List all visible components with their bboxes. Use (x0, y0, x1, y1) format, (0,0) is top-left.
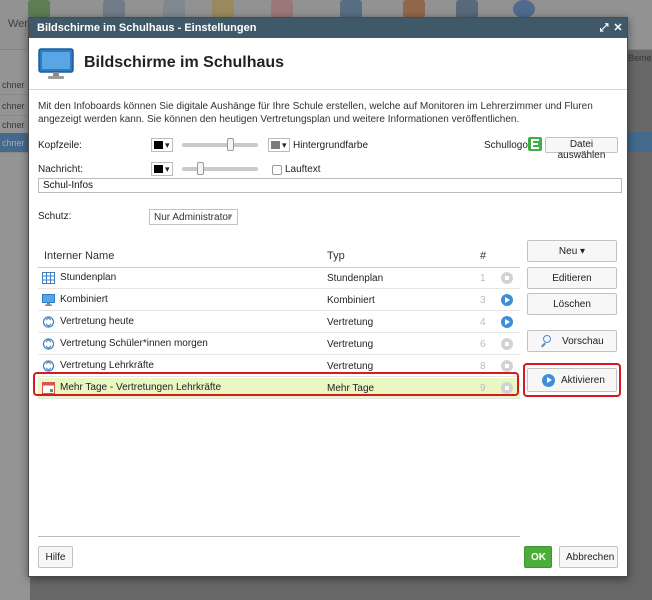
chevron-down-icon: ▼ (226, 212, 234, 221)
row-number: 3 (480, 295, 486, 306)
help-button[interactable]: Hilfe (38, 546, 73, 568)
row-name: Vertretung Lehrkräfte (60, 360, 154, 371)
dialog-header: Bildschirme im Schulhaus (29, 38, 627, 90)
inactive-status-icon[interactable] (501, 338, 513, 350)
chevron-down-icon: ▾ (165, 140, 170, 150)
nachricht-input[interactable] (38, 178, 622, 193)
edit-button[interactable]: Editieren (527, 267, 617, 289)
preview-button[interactable]: Vorschau (527, 330, 617, 352)
search-icon (541, 335, 555, 348)
row-number: 9 (480, 383, 486, 394)
row-type: Vertretung (327, 339, 374, 350)
monitor-icon (38, 48, 74, 79)
row-number: 4 (480, 317, 486, 328)
page-title: Bildschirme im Schulhaus (84, 54, 285, 71)
monitor-icon (42, 294, 55, 306)
row-name: Kombiniert (60, 294, 108, 305)
swap-icon (42, 360, 55, 372)
maximize-icon[interactable]: ⤢ (597, 18, 611, 38)
cancel-button[interactable]: Abbrechen (559, 546, 618, 568)
ok-button[interactable]: OK (524, 546, 552, 568)
dialog-title: Bildschirme im Schulhaus - Einstellungen (37, 22, 257, 34)
settings-dialog: Bildschirme im Schulhaus - Einstellungen… (28, 17, 628, 577)
column-header-number: # (480, 250, 487, 262)
row-type: Stundenplan (327, 273, 384, 284)
activate-button[interactable]: Aktivieren (527, 368, 617, 392)
slider-track (182, 167, 258, 171)
table-row[interactable]: Kombiniert Kombiniert 3 (38, 290, 520, 311)
row-number: 6 (480, 339, 486, 350)
color-swatch (271, 141, 280, 149)
infoboard-table: Interner Name Typ # Stundenplan Stundenp… (38, 245, 520, 537)
row-name: Vertretung Schüler*innen morgen (60, 338, 208, 349)
table-row[interactable]: Stundenplan Stundenplan 1 (38, 268, 520, 289)
file-select-button[interactable]: Datei auswählen (545, 137, 618, 161)
column-header-typ: Typ (327, 250, 345, 262)
kopfzeile-slider[interactable] (182, 138, 258, 152)
slider-handle[interactable] (227, 138, 234, 151)
schullogo-label: Schullogo: (484, 140, 531, 151)
new-button[interactable]: Neu ▾ (527, 240, 617, 262)
row-number: 1 (480, 273, 486, 284)
table-row[interactable]: Vertretung heute Vertretung 4 (38, 312, 520, 333)
row-type: Kombiniert (327, 295, 375, 306)
nachricht-color-picker[interactable]: ▾ (151, 162, 173, 176)
swap-icon (42, 316, 55, 328)
school-logo-icon (528, 137, 542, 151)
swap-icon (42, 338, 55, 350)
hintergrundfarbe-label: Hintergrundfarbe (293, 140, 369, 151)
intro-text: Mit den Infoboards können Sie digitale A… (38, 101, 593, 125)
background-color-picker[interactable]: ▾ (268, 138, 290, 152)
play-icon (542, 374, 555, 387)
column-header-name: Interner Name (44, 250, 115, 262)
row-type: Vertretung (327, 317, 374, 328)
chevron-down-icon: ▾ (282, 140, 287, 150)
inactive-status-icon[interactable] (501, 360, 513, 372)
row-name: Mehr Tage - Vertretungen Lehrkräfte (60, 382, 222, 393)
activate-button-label: Aktivieren (561, 375, 605, 386)
color-swatch (154, 165, 163, 173)
row-name: Vertretung heute (60, 316, 134, 327)
nachricht-slider[interactable] (182, 162, 258, 176)
inactive-status-icon[interactable] (501, 272, 513, 284)
table-row-selected[interactable]: Mehr Tage - Vertretungen Lehrkräfte Mehr… (38, 378, 520, 399)
row-number: 8 (480, 361, 486, 372)
play-icon[interactable] (501, 294, 513, 306)
chevron-down-icon: ▾ (165, 164, 170, 174)
preview-button-label: Vorschau (562, 336, 604, 347)
nachricht-label: Nachricht: (38, 164, 84, 175)
row-type: Mehr Tage (327, 383, 375, 394)
row-name: Stundenplan (60, 272, 117, 283)
kopfzeile-label: Kopfzeile: (38, 140, 82, 151)
calendar-icon (42, 382, 55, 394)
schutz-label: Schutz: (38, 211, 72, 222)
table-row[interactable]: Vertretung Schüler*innen morgen Vertretu… (38, 334, 520, 355)
slider-handle[interactable] (197, 162, 204, 175)
table-row[interactable]: Vertretung Lehrkräfte Vertretung 8 (38, 356, 520, 377)
schutz-select[interactable]: Nur Administrator ▼ (149, 209, 238, 225)
play-icon[interactable] (501, 316, 513, 328)
schutz-selected-value: Nur Administrator (154, 212, 232, 223)
row-type: Vertretung (327, 361, 374, 372)
close-icon[interactable]: ✕ (611, 18, 625, 38)
inactive-status-icon[interactable] (501, 382, 513, 394)
grid-icon (42, 272, 55, 284)
kopfzeile-color-picker[interactable]: ▾ (151, 138, 173, 152)
delete-button[interactable]: Löschen (527, 293, 617, 315)
lauftext-checkbox[interactable] (272, 165, 282, 175)
color-swatch (154, 141, 163, 149)
slider-track (182, 143, 258, 147)
lauftext-label: Lauftext (285, 164, 321, 175)
dialog-titlebar: Bildschirme im Schulhaus - Einstellungen… (29, 18, 627, 38)
